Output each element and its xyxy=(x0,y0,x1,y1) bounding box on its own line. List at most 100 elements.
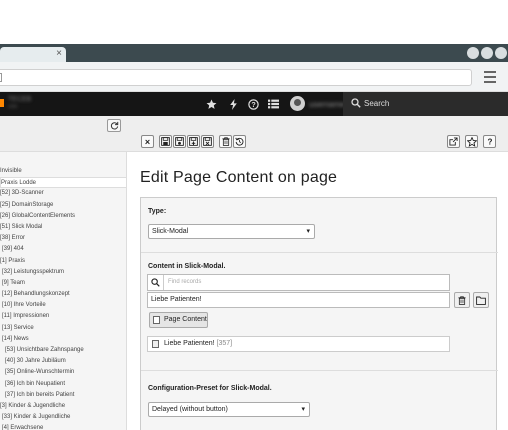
trash-icon xyxy=(221,137,230,146)
tree-item[interactable]: [37] Ich bin bereits Patient xyxy=(0,390,127,401)
tree-item[interactable]: [11] Impressionen xyxy=(0,311,127,322)
close-button[interactable]: × xyxy=(141,135,154,148)
tree-item[interactable]: [39] 404 xyxy=(0,244,127,255)
tree-item[interactable]: [36] Ich bin Neupatient xyxy=(0,379,127,390)
tree-item[interactable]: [38] Error xyxy=(0,233,127,244)
page-tree-toolbar xyxy=(0,116,127,152)
site-version: site xyxy=(8,104,18,110)
tree-item[interactable]: Praxis Lodde xyxy=(0,177,127,189)
find-records-field[interactable]: Find records xyxy=(147,274,450,291)
tree-item[interactable]: [51] Slick Modal xyxy=(0,222,127,233)
content-label: Content in Slick-Modal. xyxy=(148,263,226,270)
browser-tab[interactable]: × xyxy=(0,47,66,62)
section-divider xyxy=(141,252,498,253)
selected-records-list[interactable]: Liebe Patienten! xyxy=(147,292,450,308)
content-element-icon xyxy=(152,340,159,348)
shortcut-button[interactable] xyxy=(465,135,478,148)
page-title: Edit Page Content on page xyxy=(140,169,338,186)
window-close-button[interactable] xyxy=(495,47,507,59)
search-icon xyxy=(351,98,361,108)
tree-item[interactable]: [32] Leistungsspektrum xyxy=(0,267,127,278)
save-close-icon xyxy=(203,137,212,146)
tree-item[interactable]: [3] Kinder & Jugendliche xyxy=(0,401,127,412)
tree-item[interactable]: [25] DomainStorage xyxy=(0,200,127,211)
type-select-value: Slick-Modal xyxy=(152,228,189,235)
backend-search[interactable]: Search xyxy=(343,92,508,116)
records-search-icon xyxy=(148,275,164,290)
typo3-logo-icon[interactable] xyxy=(0,99,4,107)
refresh-tree-button[interactable] xyxy=(107,119,121,132)
find-records-placeholder: Find records xyxy=(168,279,202,285)
help-button[interactable]: ? xyxy=(483,135,496,148)
type-label: Type: xyxy=(148,208,167,215)
tree-item[interactable]: [33] Kinder & Jugendliche xyxy=(0,412,127,423)
svg-text:?: ? xyxy=(251,101,255,109)
tree-item[interactable]: [13] Service xyxy=(0,323,127,334)
tree-item[interactable]: [35] Online-Wunschtermin xyxy=(0,367,127,378)
tab-close-icon[interactable]: × xyxy=(56,48,62,59)
page-tree-panel: Invisible Praxis Lodde [52] 3D-Scanner [25]… xyxy=(0,116,127,430)
browser-toolbar xyxy=(0,62,508,92)
backend-topbar: TECEB site ? username Search xyxy=(0,92,508,116)
edit-form: Edit Page Content on page Type: Slick-Mo… xyxy=(128,152,508,430)
search-label: Search xyxy=(364,99,390,108)
window-maximize-button[interactable] xyxy=(481,47,493,59)
record-title: Liebe Patienten! xyxy=(164,340,215,347)
remove-record-button[interactable] xyxy=(454,292,470,308)
history-icon xyxy=(235,137,244,146)
cache-flash-icon[interactable] xyxy=(226,97,240,111)
type-select[interactable]: Slick-Modal ▾ xyxy=(148,224,315,239)
preset-select-value: Delayed (without button) xyxy=(152,406,228,413)
tree-item[interactable]: [12] Behandlungskonzept xyxy=(0,289,127,300)
page-tree: Invisible Praxis Lodde [52] 3D-Scanner [25]… xyxy=(0,166,127,430)
preset-select[interactable]: Delayed (without button) ▾ xyxy=(148,402,310,417)
tree-item[interactable]: [9] Team xyxy=(0,278,127,289)
open-new-window-button[interactable] xyxy=(447,135,460,148)
section-divider xyxy=(141,370,498,371)
help-icon[interactable]: ? xyxy=(246,97,260,111)
save-view-icon xyxy=(175,137,184,146)
history-button[interactable] xyxy=(233,135,246,148)
window-minimize-button[interactable] xyxy=(467,47,479,59)
external-link-icon xyxy=(449,137,458,146)
chevron-down-icon: ▾ xyxy=(306,228,310,235)
folder-icon xyxy=(476,296,486,305)
tree-item[interactable]: [52] 3D-Scanner xyxy=(0,188,127,199)
browser-menu-icon[interactable] xyxy=(484,71,496,83)
bookmark-star-icon[interactable] xyxy=(204,97,218,111)
star-icon xyxy=(466,136,477,147)
save-and-close-button[interactable] xyxy=(201,135,214,148)
add-page-content-button[interactable]: Page Content xyxy=(149,312,208,328)
tree-item[interactable]: [14] News xyxy=(0,334,127,345)
system-information-icon[interactable] xyxy=(266,97,280,111)
content-element-icon xyxy=(153,316,160,324)
page-icon xyxy=(0,73,2,82)
tree-item[interactable]: [53] Unsichtbare Zahnspange xyxy=(0,345,127,356)
trash-icon xyxy=(458,295,466,305)
tree-item[interactable]: [26] GlobalContentElements xyxy=(0,211,127,222)
browse-records-button[interactable] xyxy=(473,292,489,308)
save-icon xyxy=(161,137,170,146)
question-icon: ? xyxy=(487,138,492,146)
tree-item[interactable]: [40] 30 Jahre Jubiläum xyxy=(0,356,127,367)
username[interactable]: username xyxy=(309,100,345,109)
tree-item[interactable]: Invisible xyxy=(0,166,127,177)
desktop-background xyxy=(0,0,508,44)
save-and-view-button[interactable] xyxy=(173,135,186,148)
browser-tab-bar: × xyxy=(0,44,508,62)
svg-text:?: ? xyxy=(487,138,492,146)
tree-item[interactable]: [4] Erwachsene xyxy=(0,423,127,430)
tree-item[interactable]: [1] Praxis xyxy=(0,256,127,267)
site-name: TECEB xyxy=(8,96,32,103)
tree-item[interactable]: [10] Ihre Vorteile xyxy=(0,300,127,311)
address-bar[interactable] xyxy=(0,69,472,86)
preset-label: Configuration-Preset for Slick-Modal. xyxy=(148,385,272,392)
user-avatar[interactable] xyxy=(290,96,305,111)
save-and-new-button[interactable] xyxy=(187,135,200,148)
save-new-icon xyxy=(189,137,198,146)
save-button[interactable] xyxy=(159,135,172,148)
record-list-item[interactable]: Liebe Patienten! [357] xyxy=(147,336,450,352)
delete-button[interactable] xyxy=(219,135,232,148)
form-panel: Type: Slick-Modal ▾ Content in Slick-Mod… xyxy=(140,197,498,430)
record-uid: [357] xyxy=(216,340,233,347)
